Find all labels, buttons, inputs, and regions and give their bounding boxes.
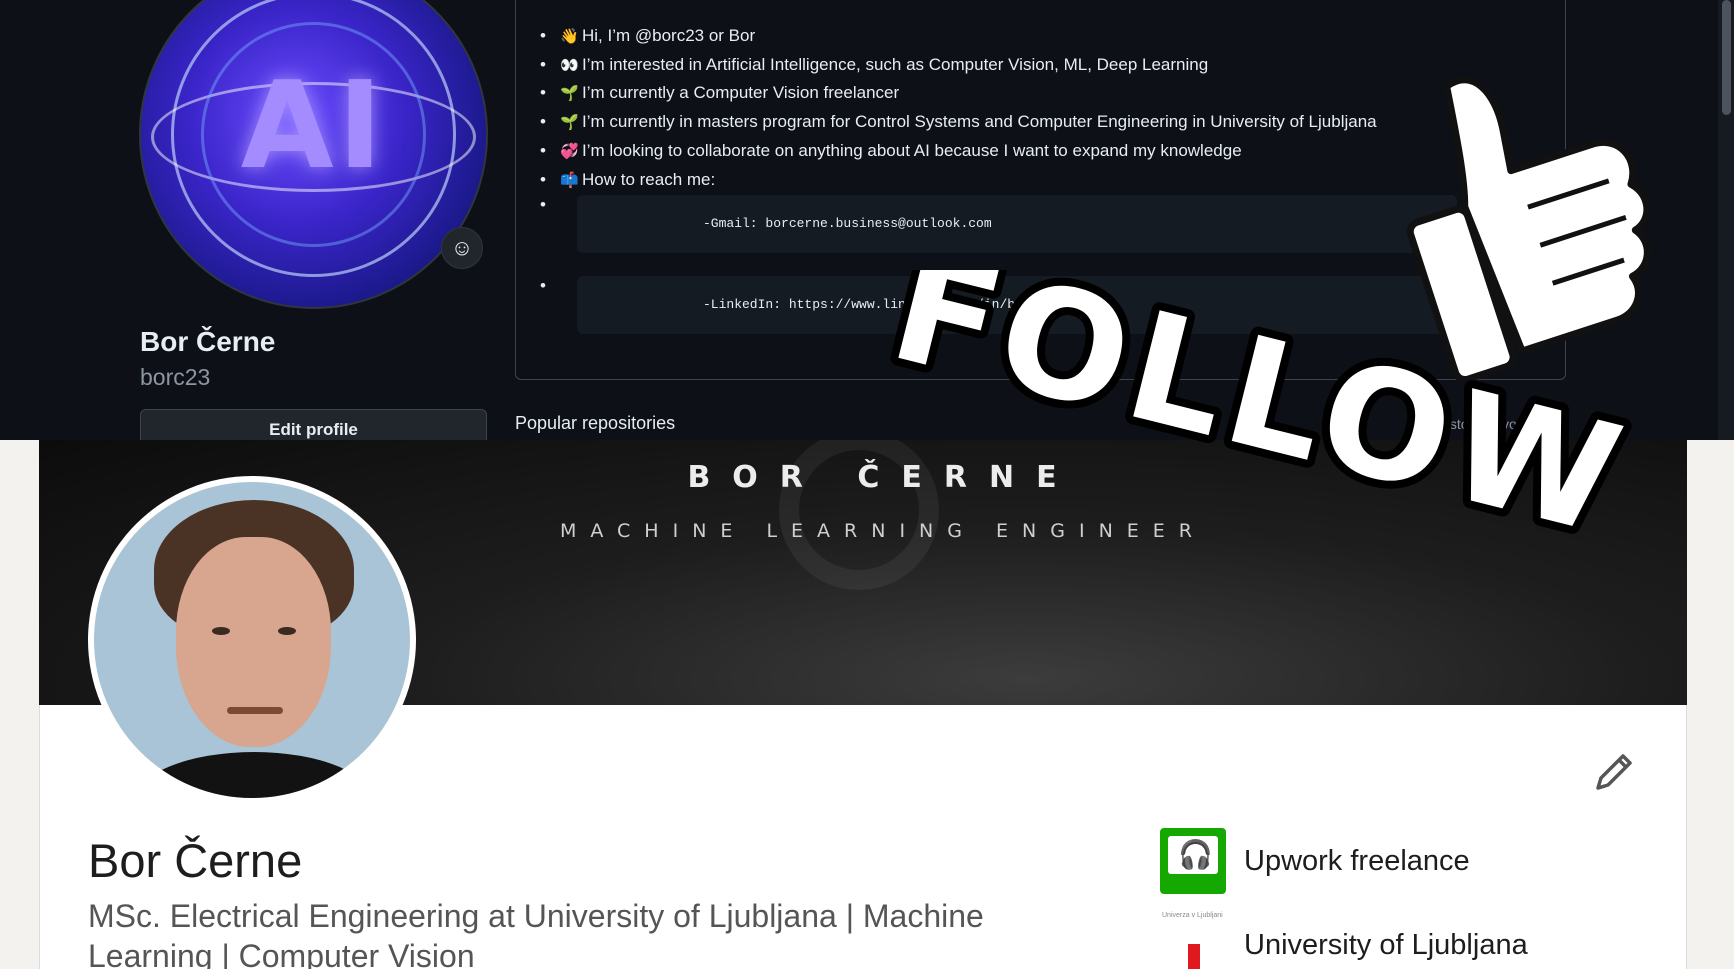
profile-username: borc23	[140, 364, 211, 390]
github-profile-section: AI ☺ Bor Černe borc23 Edit profile 👋Hi, …	[0, 0, 1734, 440]
readme-item-text: How to reach me:	[582, 169, 716, 189]
readme-list-item: 🌱I’m currently in masters program for Co…	[540, 108, 1377, 137]
seedling-icon: 🌱	[560, 113, 579, 132]
list-bullet: •	[540, 195, 546, 214]
mailbox-icon: 📫	[560, 170, 579, 189]
readme-list-item: 📫How to reach me:	[540, 166, 1377, 195]
university-logo-caption: Univerza v Ljubljani	[1162, 912, 1223, 919]
linkedin-code-block[interactable]: -LinkedIn: https://www.linkedin.com/in/b…	[577, 276, 1457, 334]
waving-hand-icon: 👋	[560, 27, 579, 45]
linkedin-profile-photo[interactable]	[88, 476, 416, 804]
seedling-icon: 🌱	[560, 84, 579, 103]
avatar	[94, 482, 410, 798]
scrollbar[interactable]	[1718, 0, 1734, 440]
readme-list-item: 👀I’m interested in Artificial Intelligen…	[540, 51, 1377, 80]
readme-item-text: I’m interested in Artificial Intelligenc…	[582, 54, 1209, 74]
smiley-icon[interactable]: ☺	[441, 227, 483, 269]
readme-list-item: 👋Hi, I’m @borc23 or Bor	[540, 22, 1377, 51]
photo-eye	[278, 627, 296, 635]
github-avatar[interactable]: AI	[139, 0, 488, 309]
hearts-icon: 💞	[560, 141, 579, 160]
affiliation-label: University of Ljubljana	[1244, 928, 1528, 961]
edit-profile-button[interactable]: Edit profile	[140, 409, 487, 440]
university-logo-mark	[1188, 944, 1200, 969]
readme-list: 👋Hi, I’m @borc23 or Bor👀I’m interested i…	[540, 22, 1377, 195]
readme-item-text: I’m currently a Computer Vision freelanc…	[582, 83, 900, 103]
gmail-code-block[interactable]: -Gmail: borcerne.business@outlook.com	[577, 195, 1457, 253]
affiliation-label: Upwork freelance	[1244, 844, 1470, 877]
popular-repositories-heading: Popular repositories	[515, 413, 676, 433]
university-logo: Univerza v Ljubljani	[1160, 912, 1226, 969]
headline-line: Learning | Computer Vision	[88, 938, 475, 969]
avatar-ai-text: AI	[240, 57, 387, 196]
headline-line: MSc. Electrical Engineering at Universit…	[88, 898, 984, 934]
photo-face	[176, 537, 331, 747]
readme-item-text: Hi, I’m @borc23 or Bor	[582, 26, 756, 45]
readme-item-text: I’m looking to collaborate on anything a…	[582, 140, 1242, 160]
affiliation-upwork[interactable]: Upwork freelance	[1160, 828, 1470, 894]
scrollbar-thumb[interactable]	[1722, 0, 1731, 115]
readme-list-item: 💞I’m looking to collaborate on anything …	[540, 137, 1377, 166]
readme-item-text: I’m currently in masters program for Con…	[582, 112, 1377, 132]
profile-name: Bor Černe	[140, 326, 276, 357]
upwork-logo	[1160, 828, 1226, 894]
pencil-icon[interactable]	[1590, 748, 1638, 796]
photo-mustache	[227, 707, 283, 714]
affiliation-university[interactable]: Univerza v Ljubljani University of Ljubl…	[1160, 912, 1528, 969]
photo-shirt	[134, 752, 374, 798]
photo-eye	[212, 627, 230, 635]
eyes-icon: 👀	[560, 55, 579, 74]
list-bullet: •	[540, 276, 546, 295]
customize-pins-link[interactable]: Customize your pins	[1432, 416, 1559, 432]
profile-headline: MSc. Electrical Engineering at Universit…	[88, 896, 1038, 969]
profile-name: Bor Černe	[88, 834, 303, 887]
readme-list-item: 🌱I’m currently a Computer Vision freelan…	[540, 79, 1377, 108]
